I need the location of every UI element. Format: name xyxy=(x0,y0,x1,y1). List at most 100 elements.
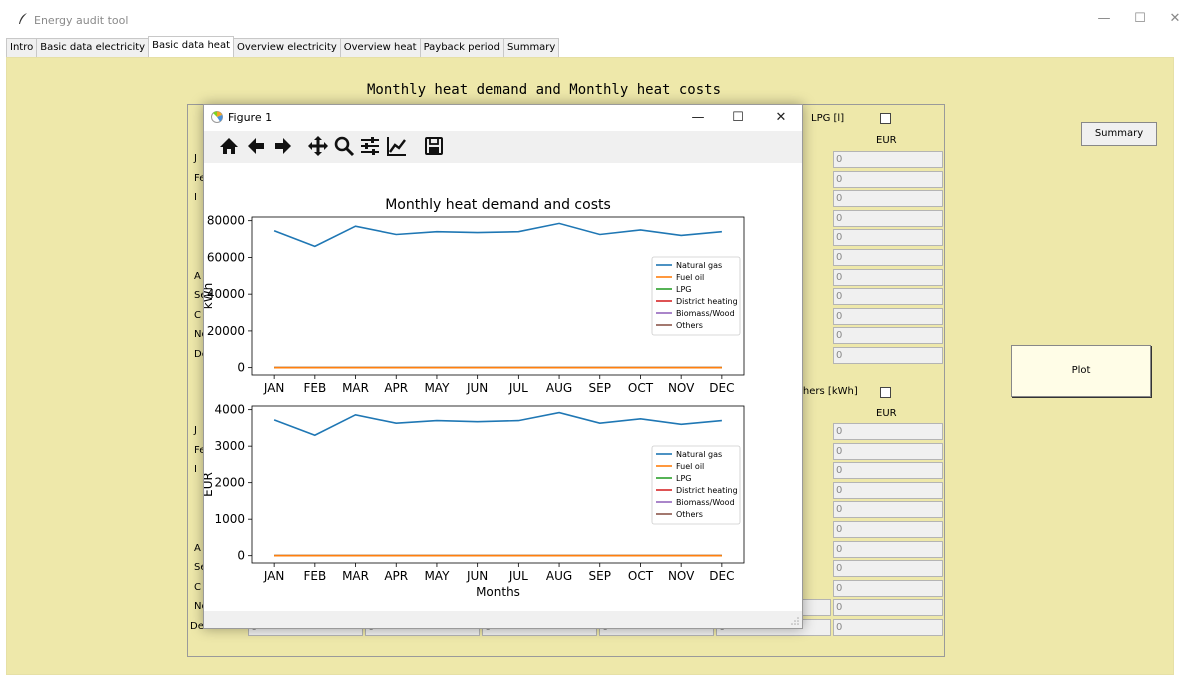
figure-minimize-button[interactable]: — xyxy=(688,109,708,127)
x-tick-label: JUL xyxy=(508,569,528,583)
tab-summary[interactable]: Summary xyxy=(503,38,560,58)
figure-toolbar xyxy=(204,131,802,163)
x-tick-label: JUN xyxy=(466,381,488,395)
maximize-button[interactable]: ☐ xyxy=(1131,10,1149,28)
minimize-button[interactable]: — xyxy=(1095,10,1113,28)
table-cell-input[interactable]: 0 xyxy=(833,288,943,306)
plot-button[interactable]: Plot xyxy=(1011,345,1151,397)
save-icon[interactable] xyxy=(423,135,445,157)
table-cell-input[interactable]: 0 xyxy=(833,347,943,364)
x-tick-label: OCT xyxy=(628,569,654,583)
table-cell-input[interactable]: 0 xyxy=(833,268,943,286)
figure-close-button[interactable]: ✕ xyxy=(771,109,791,127)
zoom-icon[interactable] xyxy=(333,135,355,157)
table-cell-input[interactable]: 0 xyxy=(833,579,943,597)
tab-basic-data-heat[interactable]: Basic data heat xyxy=(148,36,234,57)
table-cell-input[interactable]: 0 xyxy=(833,540,943,558)
row-label: C xyxy=(194,309,201,321)
figure-statusbar xyxy=(204,611,802,628)
figure-window: Figure 1 — ☐ ✕ Monthly heat demand and c… xyxy=(201,104,803,629)
y-tick-label: 3000 xyxy=(214,439,245,453)
x-tick-label: JAN xyxy=(263,569,285,583)
chart-title: Monthly heat demand and costs xyxy=(385,197,611,213)
table-cell-input[interactable]: 0 xyxy=(833,170,943,188)
legend-label: District heating xyxy=(676,486,738,495)
edit-axis-icon[interactable] xyxy=(386,135,408,157)
x-tick-label: OCT xyxy=(628,381,654,395)
table-cell-input[interactable]: 0 xyxy=(833,521,943,538)
resize-grip-icon[interactable] xyxy=(790,616,800,626)
close-button[interactable]: ✕ xyxy=(1166,10,1184,28)
x-tick-label: FEB xyxy=(303,381,326,395)
x-tick-label: MAY xyxy=(424,381,450,395)
x-tick-label: AUG xyxy=(546,569,572,583)
window-titlebar: Energy audit tool — ☐ ✕ xyxy=(0,0,1186,38)
table-cell-input[interactable]: 0 xyxy=(833,481,943,499)
row-label: J xyxy=(194,425,197,436)
others-checkbox[interactable] xyxy=(880,387,891,398)
table-cell-input[interactable]: 0 xyxy=(833,151,943,168)
table-cell-input[interactable]: 0 xyxy=(833,209,943,227)
tab-intro[interactable]: Intro xyxy=(6,38,38,58)
x-axis-label: Months xyxy=(476,585,520,599)
summary-button[interactable]: Summary xyxy=(1081,122,1157,146)
x-tick-label: DEC xyxy=(709,569,734,583)
figure-canvas[interactable]: Monthly heat demand and costs 0 20000 40000… xyxy=(201,163,802,611)
table-cell-input[interactable]: 0 xyxy=(833,599,943,617)
figure-title: Figure 1 xyxy=(228,111,273,124)
notebook-tabs: Intro Basic data electricity Basic data he… xyxy=(6,36,560,58)
matplotlib-icon xyxy=(211,111,223,123)
table-cell-input[interactable]: 0 xyxy=(833,229,943,247)
x-tick-label: JAN xyxy=(263,381,285,395)
back-icon[interactable] xyxy=(245,135,267,157)
column-header-others: thers [kWh] xyxy=(799,386,858,397)
y-axis-label: kWh xyxy=(204,283,215,309)
legend-label: Fuel oil xyxy=(676,462,704,471)
x-tick-label: SEP xyxy=(589,569,611,583)
table-cell-input[interactable]: 0 xyxy=(833,560,943,578)
row-label: C xyxy=(194,581,201,593)
table-cell-input[interactable]: 0 xyxy=(833,327,943,345)
home-icon[interactable] xyxy=(218,135,240,157)
tab-overview-electricity[interactable]: Overview electricity xyxy=(233,38,341,58)
legend-label: Biomass/Wood xyxy=(676,498,735,507)
table-cell-input[interactable]: 0 xyxy=(833,307,943,325)
table-cell-input[interactable]: 0 xyxy=(833,190,943,208)
legend-label: Natural gas xyxy=(676,450,722,459)
pan-icon[interactable] xyxy=(307,135,329,157)
y-tick-label: 4000 xyxy=(214,403,245,417)
table-cell-input[interactable]: 0 xyxy=(833,442,943,460)
table-cell-input[interactable]: 0 xyxy=(833,249,943,266)
tab-payback-period[interactable]: Payback period xyxy=(419,38,505,58)
lpg-checkbox[interactable] xyxy=(880,113,891,124)
tab-overview-heat[interactable]: Overview heat xyxy=(339,38,421,58)
y-tick-label: 1000 xyxy=(214,512,245,526)
x-tick-label: MAY xyxy=(424,569,450,583)
x-tick-label: APR xyxy=(384,569,408,583)
figure-maximize-button[interactable]: ☐ xyxy=(728,109,748,127)
forward-icon[interactable] xyxy=(272,135,294,157)
x-tick-label: DEC xyxy=(709,381,734,395)
y-axis-label: EUR xyxy=(204,472,215,497)
x-tick-label: SEP xyxy=(589,381,611,395)
x-tick-label: NOV xyxy=(668,381,695,395)
y-tick-label: 0 xyxy=(237,549,245,563)
table-cell-input[interactable]: 0 xyxy=(833,423,943,440)
x-tick-label: MAR xyxy=(342,381,369,395)
legend-label: LPG xyxy=(676,474,691,483)
x-tick-label: AUG xyxy=(546,381,572,395)
window-title: Energy audit tool xyxy=(34,14,129,27)
configure-subplots-icon[interactable] xyxy=(359,135,381,157)
x-tick-label: APR xyxy=(384,381,408,395)
table-cell-input[interactable]: 0 xyxy=(833,501,943,519)
x-tick-label: NOV xyxy=(668,569,695,583)
y-tick-label: 0 xyxy=(237,361,245,375)
row-label: J xyxy=(194,153,197,164)
y-tick-label: 80000 xyxy=(207,214,245,228)
table-cell-input[interactable]: 0 xyxy=(833,462,943,480)
tab-basic-data-electricity[interactable]: Basic data electricity xyxy=(36,38,150,58)
feather-icon xyxy=(19,13,27,24)
legend-label: Others xyxy=(676,321,703,330)
table-cell-input[interactable]: 0 xyxy=(833,619,943,636)
x-tick-label: JUN xyxy=(466,569,488,583)
